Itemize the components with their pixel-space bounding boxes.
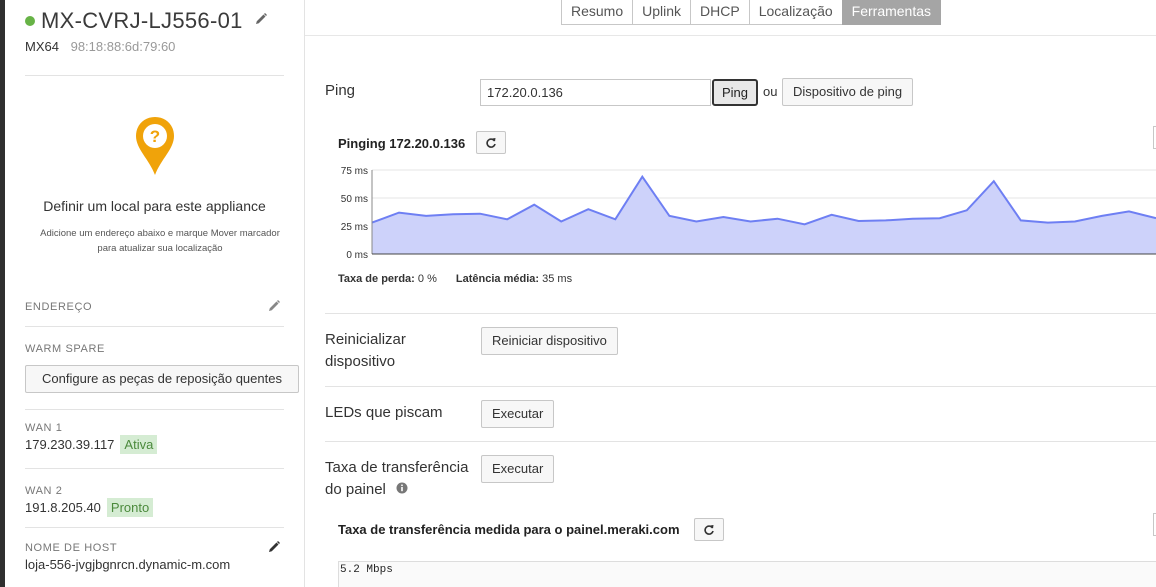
throughput-result-box <box>338 561 1156 587</box>
ping-input[interactable] <box>480 79 711 106</box>
device-subtitle: MX64 98:18:88:6d:79:60 <box>25 39 175 54</box>
tab-uplink[interactable]: Uplink <box>632 0 692 25</box>
location-title: Definir um local para este appliance <box>43 198 266 214</box>
device-name: MX-CVRJ-LJ556-01 <box>41 8 243 33</box>
latency-label: Latência média: <box>455 273 540 285</box>
wan1-label: WAN 1 <box>25 422 63 434</box>
sidebar-divider <box>304 0 305 587</box>
divider <box>25 527 284 528</box>
wan2-status-badge: Pronto <box>106 498 154 517</box>
divider <box>325 386 1156 387</box>
tab-ferramentas[interactable]: Ferramentas <box>841 0 942 25</box>
y-tick-label: 0 ms <box>346 250 368 260</box>
tab-localizacao[interactable]: Localização <box>748 0 843 25</box>
device-mac: 98:18:88:6d:79:60 <box>70 39 176 54</box>
or-text: ou <box>763 84 778 99</box>
edit-address-icon[interactable] <box>268 299 280 317</box>
wan2-label: WAN 2 <box>25 485 63 497</box>
refresh-icon <box>486 137 496 148</box>
address-label: ENDEREÇO <box>25 301 93 313</box>
throughput-value: 5.2 Mbps <box>340 564 393 576</box>
loss-label: Taxa de perda: <box>338 273 415 285</box>
wan2-row: 191.8.205.40 Pronto <box>25 498 154 517</box>
wan2-ip: 191.8.205.40 <box>25 500 101 515</box>
divider <box>325 313 1156 314</box>
divider <box>25 409 284 410</box>
location-help: Adicione um endereço abaixo e marque Mov… <box>40 228 280 254</box>
edit-hostname-icon[interactable] <box>268 540 280 558</box>
y-tick-label: 25 ms <box>341 222 368 233</box>
throughput-refresh-button[interactable] <box>694 518 724 541</box>
hostname-label: NOME DE HOST <box>25 542 118 554</box>
status-dot <box>25 16 35 26</box>
ping-button[interactable]: Ping <box>712 79 759 106</box>
wan1-status-badge: Ativa <box>120 435 158 454</box>
svg-text:?: ? <box>150 127 160 146</box>
throughput-run-button[interactable]: Executar <box>481 455 555 483</box>
y-tick-label: 75 ms <box>341 166 368 177</box>
ping-device-button[interactable]: Dispositivo de ping <box>782 78 914 106</box>
blink-leds-run-button[interactable]: Executar <box>481 400 555 428</box>
divider <box>325 441 1156 442</box>
device-header: MX-CVRJ-LJ556-01 <box>25 8 267 34</box>
tab-bar: Resumo Uplink DHCP Localização Ferrament… <box>561 0 942 25</box>
edit-name-icon[interactable] <box>255 12 267 30</box>
warm-spare-label: WARM SPARE <box>25 343 105 355</box>
divider <box>25 75 284 76</box>
tab-dhcp[interactable]: DHCP <box>690 0 750 25</box>
tab-resumo[interactable]: Resumo <box>561 0 634 25</box>
y-tick-label: 50 ms <box>341 194 368 205</box>
device-model: MX64 <box>25 39 59 54</box>
ping-label: Ping <box>325 82 356 99</box>
throughput-title: Taxa de transferência medida para o pain… <box>338 522 680 537</box>
map-pin-icon: ? <box>134 115 176 182</box>
wan1-ip: 179.230.39.117 <box>25 437 115 452</box>
hostname-value: loja-556-jvgjbgnrcn.dynamic-m.com <box>25 557 231 572</box>
refresh-icon <box>704 524 714 535</box>
reboot-label: Reinicializar dispositivo <box>325 331 406 370</box>
ping-chart: 75 ms 50 ms 25 ms 0 ms <box>341 166 1156 260</box>
blink-leds-label: LEDs que piscam <box>325 404 443 421</box>
ping-refresh-button[interactable] <box>476 131 506 154</box>
header-divider <box>305 35 1156 36</box>
loss-value: 0 % <box>417 273 437 285</box>
wan1-row: 179.230.39.117 Ativa <box>25 435 158 454</box>
latency-value: 35 ms <box>542 273 573 285</box>
info-icon[interactable] <box>396 479 408 501</box>
reboot-device-button[interactable]: Reiniciar dispositivo <box>481 327 618 355</box>
configure-warm-spare-button[interactable]: Configure as peças de reposição quentes <box>25 365 299 393</box>
ping-stats: Taxa de perda: 0 % Latência média: 35 ms <box>338 273 572 285</box>
divider <box>25 326 284 327</box>
ping-chart-title: Pinging 172.20.0.136 <box>338 136 466 151</box>
throughput-label-row: Taxa de transferência do painel <box>325 457 485 501</box>
divider <box>25 468 284 469</box>
